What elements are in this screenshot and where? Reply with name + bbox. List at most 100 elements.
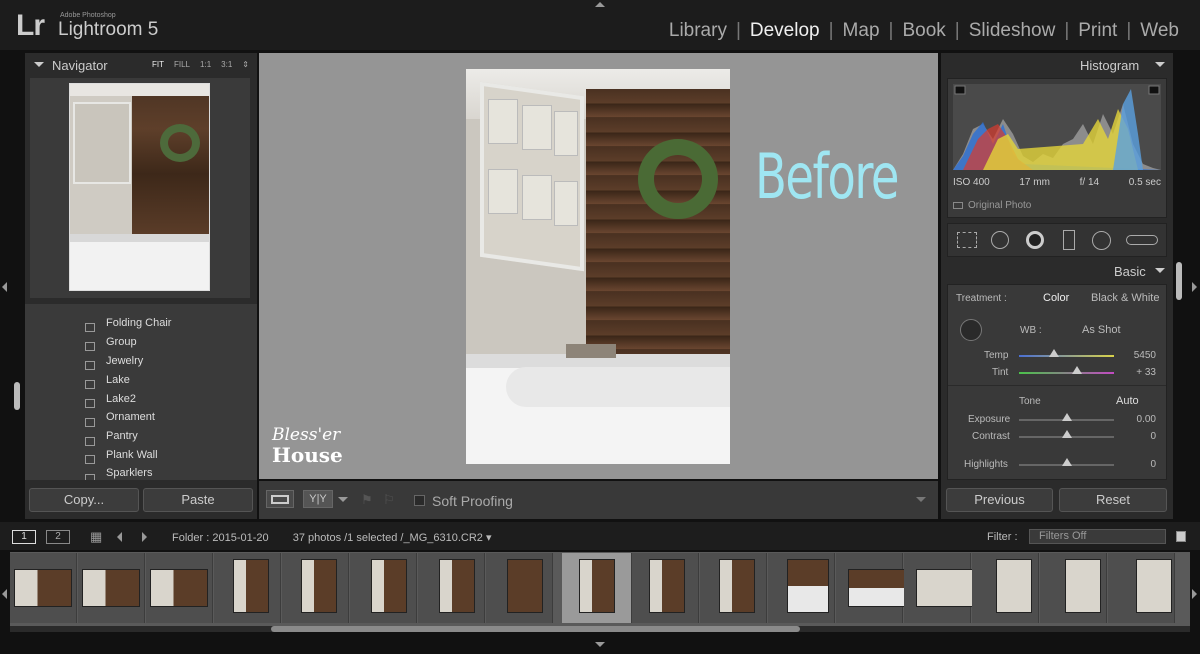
preset-item[interactable]: Group xyxy=(106,336,137,348)
filter-select[interactable]: Filters Off xyxy=(1029,529,1166,544)
contrast-value[interactable]: 0 xyxy=(1116,431,1156,442)
module-book[interactable]: Book xyxy=(893,20,954,42)
preset-item[interactable]: Plank Wall xyxy=(106,449,158,461)
paste-button[interactable]: Paste xyxy=(143,488,253,512)
filmstrip-scroll-right-icon[interactable] xyxy=(1192,589,1197,599)
wb-select[interactable]: As Shot xyxy=(1082,324,1121,336)
collapse-navigator-icon[interactable] xyxy=(34,62,44,67)
adjustment-brush-icon[interactable] xyxy=(1126,235,1158,245)
previous-photo-icon[interactable] xyxy=(117,532,122,542)
filmstrip-cell[interactable] xyxy=(768,553,835,623)
module-print[interactable]: Print xyxy=(1069,20,1126,42)
reset-button[interactable]: Reset xyxy=(1059,488,1167,512)
source-dropdown-icon[interactable]: ▾ xyxy=(486,532,492,544)
shadow-clipping-icon[interactable] xyxy=(954,85,966,95)
bottom-panel-toggle-icon[interactable] xyxy=(595,642,605,647)
zoom-1-1[interactable]: 1:1 xyxy=(200,60,211,69)
contrast-slider-thumb[interactable] xyxy=(1062,430,1072,438)
window-1-button[interactable]: 1 xyxy=(12,530,36,544)
filmstrip-cell[interactable] xyxy=(972,553,1039,623)
temp-slider[interactable] xyxy=(1019,355,1114,357)
preset-item[interactable]: Lake xyxy=(106,374,130,386)
module-web[interactable]: Web xyxy=(1131,20,1188,42)
red-eye-icon[interactable] xyxy=(1026,231,1044,249)
watermark: Bless'er House xyxy=(272,425,343,465)
preset-icon xyxy=(85,418,95,427)
highlights-slider-thumb[interactable] xyxy=(1062,458,1072,466)
before-after-button[interactable]: Y|Y xyxy=(303,490,333,508)
folder-label[interactable]: Folder : 2015-01-20 xyxy=(172,532,269,544)
graduated-filter-icon[interactable] xyxy=(1063,230,1075,250)
zoom-fit[interactable]: FIT xyxy=(152,60,164,69)
tint-slider[interactable] xyxy=(1019,372,1114,374)
filmstrip-cell[interactable] xyxy=(486,553,553,623)
preset-item[interactable]: Pantry xyxy=(106,430,138,442)
filmstrip-cell[interactable] xyxy=(700,553,767,623)
temp-value[interactable]: 5450 xyxy=(1116,350,1156,361)
wb-eyedropper-icon[interactable] xyxy=(960,319,982,341)
tone-auto-button[interactable]: Auto xyxy=(1116,395,1139,407)
filmstrip-cell[interactable] xyxy=(904,553,974,623)
filmstrip-cell[interactable] xyxy=(146,553,213,623)
preset-item[interactable]: Lake2 xyxy=(106,393,136,405)
preset-item[interactable]: Ornament xyxy=(106,411,155,423)
histogram-graph[interactable] xyxy=(953,84,1161,170)
reject-flag-icon[interactable]: ⚐ xyxy=(383,492,395,508)
grid-view-icon[interactable]: ▦ xyxy=(90,530,102,543)
window-2-button[interactable]: 2 xyxy=(46,530,70,544)
highlights-value[interactable]: 0 xyxy=(1116,459,1156,470)
filmstrip-cell[interactable] xyxy=(632,553,699,623)
filmstrip-scrollbar[interactable] xyxy=(271,626,800,632)
preset-item[interactable]: Folding Chair xyxy=(106,317,171,329)
filmstrip-cell[interactable] xyxy=(78,553,145,623)
before-after-dropdown-icon[interactable] xyxy=(338,497,348,502)
right-panel-toggle-icon[interactable] xyxy=(1192,282,1197,292)
left-panel-scrollbar[interactable] xyxy=(14,382,20,410)
tint-slider-thumb[interactable] xyxy=(1072,366,1082,374)
filmstrip-cell[interactable] xyxy=(214,553,281,623)
preset-item[interactable]: Sparklers xyxy=(106,467,152,479)
temp-slider-thumb[interactable] xyxy=(1049,349,1059,357)
filter-lock-icon[interactable] xyxy=(1176,531,1186,542)
soft-proofing-checkbox[interactable] xyxy=(414,495,425,506)
module-library[interactable]: Library xyxy=(660,20,736,42)
module-develop[interactable]: Develop xyxy=(741,20,829,42)
tint-value[interactable]: + 33 xyxy=(1116,367,1156,378)
filmstrip-cell[interactable] xyxy=(1108,553,1175,623)
filmstrip-cell[interactable] xyxy=(350,553,417,623)
module-slideshow[interactable]: Slideshow xyxy=(960,20,1065,42)
module-map[interactable]: Map xyxy=(834,20,889,42)
filmstrip-cell[interactable] xyxy=(10,553,77,623)
collapse-histogram-icon[interactable] xyxy=(1155,62,1165,67)
treatment-bw[interactable]: Black & White xyxy=(1091,292,1159,304)
crop-tool-icon[interactable] xyxy=(957,232,977,248)
navigator-thumbnail[interactable] xyxy=(69,83,210,291)
copy-button[interactable]: Copy... xyxy=(29,488,139,512)
filmstrip-cell[interactable] xyxy=(282,553,349,623)
left-panel-toggle-icon[interactable] xyxy=(2,282,7,292)
filmstrip-cell[interactable] xyxy=(418,553,485,623)
filmstrip-cell[interactable] xyxy=(1040,553,1107,623)
highlight-clipping-icon[interactable] xyxy=(1148,85,1160,95)
preset-item[interactable]: Jewelry xyxy=(106,355,143,367)
collapse-basic-icon[interactable] xyxy=(1155,268,1165,273)
photo-count[interactable]: 37 photos /1 selected /_MG_6310.CR2 xyxy=(293,532,483,544)
treatment-color[interactable]: Color xyxy=(1043,292,1069,304)
filmstrip-scroll-left-icon[interactable] xyxy=(2,589,7,599)
top-panel-toggle-icon[interactable] xyxy=(595,2,605,7)
loupe-view-button[interactable] xyxy=(266,490,294,508)
filmstrip-cell[interactable] xyxy=(836,553,906,623)
toolbar-menu-icon[interactable] xyxy=(916,497,926,502)
next-photo-icon[interactable] xyxy=(142,532,147,542)
exposure-slider-thumb[interactable] xyxy=(1062,413,1072,421)
zoom-more-icon[interactable]: ⇕ xyxy=(242,60,249,69)
zoom-3-1[interactable]: 3:1 xyxy=(221,60,232,69)
spot-removal-icon[interactable] xyxy=(991,231,1009,249)
exposure-value[interactable]: 0.00 xyxy=(1116,414,1156,425)
flag-icon[interactable]: ⚑ xyxy=(361,492,373,508)
previous-button[interactable]: Previous xyxy=(946,488,1053,512)
zoom-fill[interactable]: FILL xyxy=(174,60,190,69)
filmstrip-cell-selected[interactable] xyxy=(562,553,632,623)
radial-filter-icon[interactable] xyxy=(1092,231,1111,250)
right-panel-scrollbar[interactable] xyxy=(1176,262,1182,300)
